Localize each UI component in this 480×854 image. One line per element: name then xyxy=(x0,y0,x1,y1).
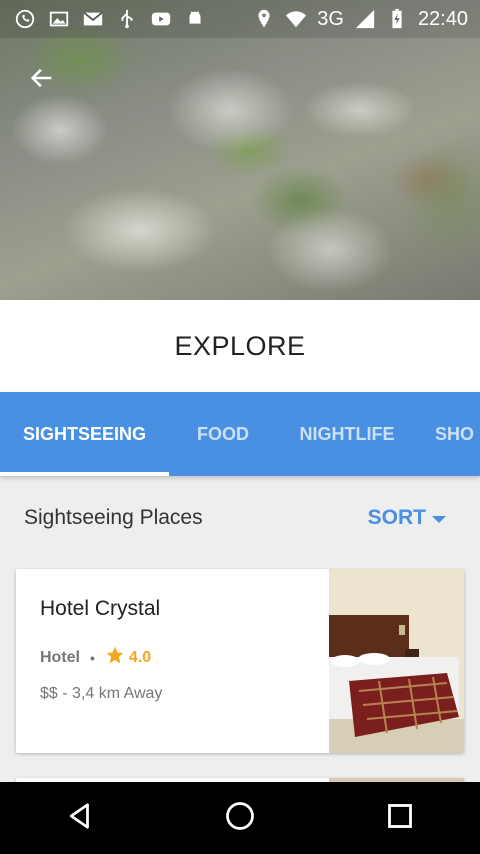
place-category: Hotel xyxy=(40,648,80,666)
location-icon xyxy=(253,8,275,30)
clock: 22:40 xyxy=(417,7,468,30)
back-button[interactable] xyxy=(22,62,62,98)
star-icon xyxy=(105,645,125,670)
place-thumbnail xyxy=(329,569,464,753)
sort-button[interactable]: SORT xyxy=(368,506,446,530)
section-header: Sightseeing Places SORT xyxy=(0,476,480,560)
home-circle-icon xyxy=(225,801,255,836)
battery-charging-icon xyxy=(386,8,408,30)
signal-icon xyxy=(354,8,376,30)
tab-shopping[interactable]: SHO xyxy=(417,392,480,476)
network-type: 3G xyxy=(317,7,344,30)
sort-label: SORT xyxy=(367,506,426,529)
tab-sightseeing[interactable]: SIGHTSEEING xyxy=(0,392,169,476)
place-price-distance: $$ - 3,4 km Away xyxy=(40,685,163,702)
whatsapp-icon xyxy=(14,8,36,30)
place-meta: Hotel • 4.0 xyxy=(40,645,151,670)
place-rating: 4.0 xyxy=(128,648,152,666)
separator-dot: • xyxy=(90,649,95,666)
nav-recents-button[interactable] xyxy=(370,788,430,848)
tab-food[interactable]: FOOD xyxy=(169,392,277,476)
image-icon xyxy=(48,8,70,30)
category-tabs: SIGHTSEEING FOOD NIGHTLIFE SHO xyxy=(0,392,480,476)
gmail-icon xyxy=(82,8,104,30)
caret-down-icon xyxy=(432,515,446,523)
section-title: Sightseeing Places xyxy=(24,506,203,529)
hero-image: 3G 22:40 xyxy=(0,0,480,300)
status-bar: 3G 22:40 xyxy=(0,0,480,38)
place-card[interactable]: Hotel Crystal Hotel • 4.0 $$ - 3,4 km Aw… xyxy=(16,569,464,753)
arrow-back-icon xyxy=(28,64,56,97)
nav-home-button[interactable] xyxy=(210,788,270,848)
android-icon xyxy=(184,8,206,30)
system-nav-bar xyxy=(0,782,480,854)
usb-icon xyxy=(116,8,138,30)
wifi-icon xyxy=(285,8,307,30)
title-band: EXPLORE xyxy=(0,300,480,392)
page-title: EXPLORE xyxy=(174,330,306,361)
nav-back-button[interactable] xyxy=(50,788,110,848)
place-name: Hotel Crystal xyxy=(40,597,161,620)
back-triangle-icon xyxy=(65,801,95,836)
recents-square-icon xyxy=(386,802,414,835)
tab-nightlife[interactable]: NIGHTLIFE xyxy=(277,392,417,476)
youtube-icon xyxy=(150,8,172,30)
